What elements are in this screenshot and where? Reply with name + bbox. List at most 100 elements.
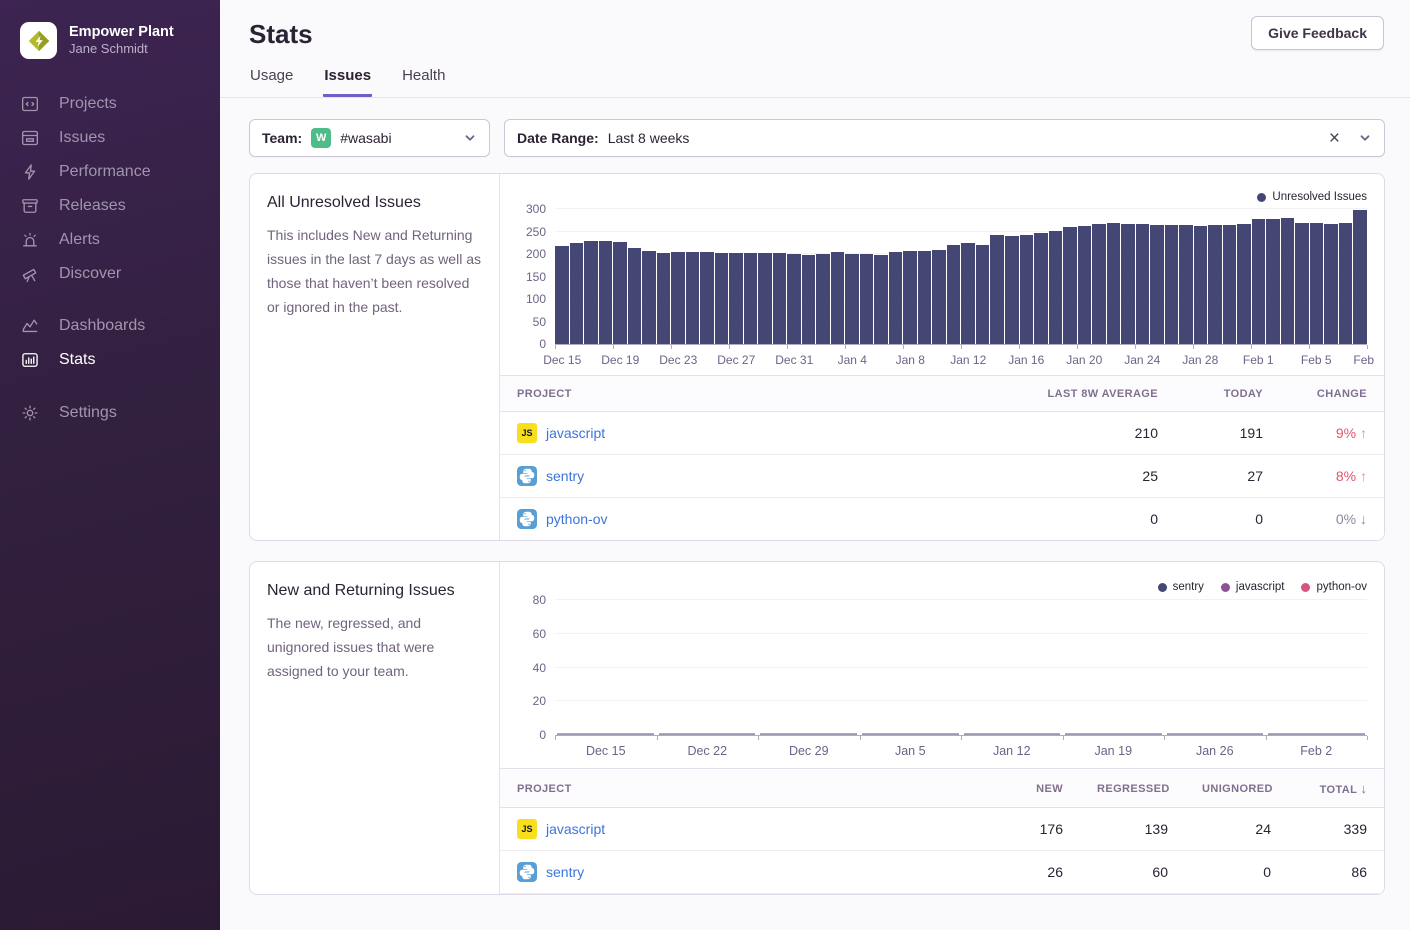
y-axis-label: 200 [526,247,546,261]
bar [1005,236,1019,344]
page-header: Stats Give Feedback Usage Issues Health [220,0,1410,98]
project-link[interactable]: sentry [546,864,584,880]
unignored-value: 0 [1185,851,1288,894]
bar [816,254,830,344]
sidebar-item-label: Alerts [59,231,100,249]
date-range-value: Last 8 weeks [608,130,690,146]
tab-health[interactable]: Health [401,67,446,97]
bar [1150,225,1164,344]
bar [1223,225,1237,344]
bar [1324,224,1338,344]
team-selector[interactable]: Team: W #wasabi [249,119,490,157]
project-link[interactable]: python-ov [546,511,607,527]
x-axis-label: Jan 28 [1182,353,1218,367]
stacked-bar [964,733,1061,735]
chevron-down-icon [1358,131,1372,145]
y-axis-label: 80 [533,593,546,607]
bar [599,241,613,344]
axis-tick [1251,345,1252,349]
y-axis-label: 250 [526,225,546,239]
column-header-regressed: Regressed [1080,769,1185,808]
bar [1165,225,1179,344]
card-title: New and Returning Issues [267,582,482,600]
x-axis-label: Jan 12 [961,736,1063,768]
column-header-new: New [960,769,1080,808]
team-label: Team: [262,130,302,146]
bar [1107,223,1121,344]
sidebar-item-alerts[interactable]: Alerts [0,223,220,257]
bar [657,253,671,344]
legend-item-sentry[interactable]: sentry [1158,581,1204,593]
column-header-unignored: Unignored [1185,769,1288,808]
sidebar-item-label: Projects [59,95,117,113]
sidebar-item-discover[interactable]: Discover [0,257,220,291]
bar [845,254,859,344]
bar [729,253,743,344]
clear-date-range-icon[interactable]: × [1329,129,1340,148]
stacked-bar [862,733,959,735]
tab-usage[interactable]: Usage [249,67,294,97]
stacked-bar [1268,733,1365,735]
bar [1353,210,1367,344]
column-header-total[interactable]: Total ↓ [1288,769,1384,808]
give-feedback-button[interactable]: Give Feedback [1251,16,1384,50]
bar [570,243,584,344]
total-value: 339 [1288,808,1384,851]
y-axis-label: 40 [533,661,546,675]
legend-item-javascript[interactable]: javascript [1221,581,1285,593]
date-range-selector[interactable]: Date Range: Last 8 weeks × [504,119,1385,157]
x-axis-label: Dec 27 [717,353,755,367]
bar [715,253,729,344]
unresolved-issues-chart: Unresolved Issues 050100150200250300 Dec… [500,174,1384,375]
bar [918,251,932,344]
sidebar-item-performance[interactable]: Performance [0,155,220,189]
tab-issues[interactable]: Issues [323,67,372,97]
python-platform-icon [517,862,537,882]
bar [976,245,990,344]
sidebar-item-releases[interactable]: Releases [0,189,220,223]
project-link[interactable]: javascript [546,425,605,441]
sidebar-item-label: Discover [59,265,121,283]
stack-segment-sentry [760,734,857,735]
sidebar-item-issues[interactable]: Issues [0,121,220,155]
bar [1034,233,1048,344]
sidebar-item-label: Issues [59,129,105,147]
x-axis-label: Dec 22 [657,736,759,768]
project-link[interactable]: javascript [546,821,605,837]
org-switcher[interactable]: Empower Plant Jane Schmidt [0,0,220,79]
bar [1295,223,1309,345]
bar [932,250,946,344]
bar [584,241,598,345]
today-value: 191 [1175,412,1280,455]
x-axis-label: Feb 5 [1301,353,1332,367]
team-avatar: W [311,128,331,148]
y-axis-label: 300 [526,202,546,216]
legend-item-python-ov[interactable]: python-ov [1301,581,1367,593]
sidebar-item-label: Performance [59,163,151,181]
column-header-project: Project [500,376,955,412]
stacked-bar-chart-plot: 020406080 [555,600,1367,736]
legend-item-unresolved[interactable]: Unresolved Issues [1257,191,1367,203]
bar-chart-plot: 050100150200250300 [555,209,1367,345]
x-axis-label: Dec 31 [775,353,813,367]
axis-tick [1135,345,1136,349]
bar [1310,223,1324,344]
bar [1136,224,1150,344]
x-axis-label: Jan 19 [1063,736,1165,768]
bar [787,254,801,344]
sidebar-item-dashboards[interactable]: Dashboards [0,309,220,343]
bar [642,251,656,344]
project-link[interactable]: sentry [546,468,584,484]
sidebar-item-settings[interactable]: Settings [0,396,220,430]
javascript-platform-icon: JS [517,423,537,443]
bar [874,255,888,344]
bar [947,245,961,344]
table-row: sentry 25 27 8% ↑ [500,455,1384,498]
axis-tick [860,736,861,740]
issues-icon [20,128,40,148]
sidebar-item-projects[interactable]: Projects [0,87,220,121]
sidebar-item-stats[interactable]: Stats [0,343,220,377]
bar [1121,224,1135,344]
x-axis-label: Dec 19 [601,353,639,367]
legend-dot [1158,583,1167,592]
